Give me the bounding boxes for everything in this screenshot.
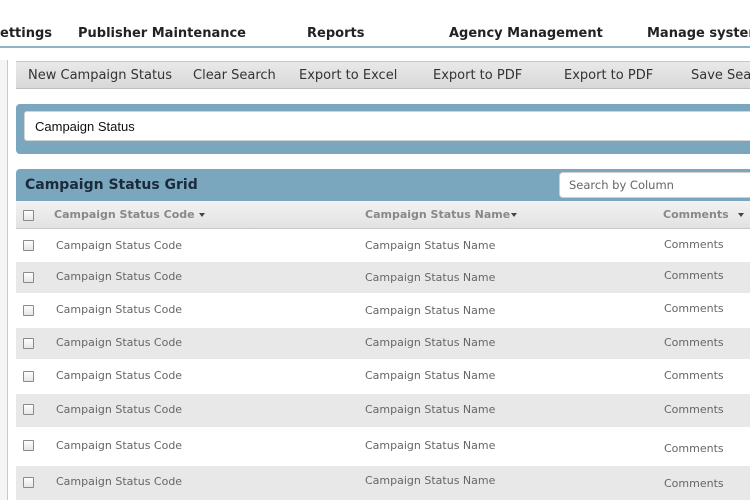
- cell-code: Campaign Status Code: [56, 439, 183, 452]
- column-header-code[interactable]: Campaign Status Code: [54, 208, 205, 221]
- cell-comments: Comments: [664, 336, 724, 349]
- cell-comments: Comments: [664, 477, 724, 490]
- column-header-row: Campaign Status Code Campaign Status Nam…: [16, 201, 750, 229]
- campaign-status-label: Campaign Status: [35, 119, 135, 134]
- nav-settings[interactable]: ettings: [0, 26, 52, 41]
- cell-code: Campaign Status Code: [56, 369, 183, 382]
- cell-name: Campaign Status Name: [365, 474, 496, 487]
- cell-name: Campaign Status Name: [365, 439, 496, 452]
- export-pdf-button[interactable]: Export to PDF: [433, 68, 522, 83]
- toolbar: New Campaign Status Clear Search Export …: [16, 61, 750, 89]
- row-checkbox[interactable]: [23, 338, 34, 349]
- table-row[interactable]: Campaign Status Code Campaign Status Nam…: [16, 262, 750, 293]
- table-row[interactable]: Campaign Status Code Campaign Status Nam…: [16, 394, 750, 427]
- export-pdf-button-2[interactable]: Export to PDF: [564, 68, 653, 83]
- nav-publisher-maintenance[interactable]: Publisher Maintenance: [78, 26, 246, 41]
- campaign-status-field[interactable]: Campaign Status: [24, 111, 750, 141]
- column-header-name-label: Campaign Status Name: [365, 208, 511, 221]
- row-checkbox[interactable]: [23, 272, 34, 283]
- column-header-comments-label: Comments: [663, 208, 729, 221]
- table-row[interactable]: Campaign Status Code Campaign Status Nam…: [16, 466, 750, 500]
- column-header-code-label: Campaign Status Code: [54, 208, 195, 221]
- cell-comments: Comments: [664, 442, 724, 455]
- cell-code: Campaign Status Code: [56, 403, 183, 416]
- row-checkbox[interactable]: [23, 305, 34, 316]
- cell-name: Campaign Status Name: [365, 336, 496, 349]
- table-row[interactable]: Campaign Status Code Campaign Status Nam…: [16, 328, 750, 359]
- sort-down-icon[interactable]: [737, 213, 744, 217]
- grid-title: Campaign Status Grid: [25, 177, 198, 193]
- cell-code: Campaign Status Code: [56, 270, 183, 283]
- row-checkbox[interactable]: [23, 371, 34, 382]
- cell-comments: Comments: [664, 269, 724, 282]
- new-campaign-status-button[interactable]: New Campaign Status: [28, 68, 172, 83]
- column-header-comments[interactable]: Comments: [663, 208, 744, 221]
- cell-name: Campaign Status Name: [365, 304, 496, 317]
- cell-comments: Comments: [664, 302, 724, 315]
- table-row[interactable]: Campaign Status Code Campaign Status Nam…: [16, 427, 750, 466]
- column-search-input[interactable]: [559, 172, 750, 198]
- clear-search-button[interactable]: Clear Search: [193, 68, 276, 83]
- table-row[interactable]: Campaign Status Code Campaign Status Nam…: [16, 359, 750, 394]
- sidebar-edge: [0, 60, 8, 500]
- nav-agency-management[interactable]: Agency Management: [449, 26, 603, 41]
- row-checkbox[interactable]: [23, 240, 34, 251]
- nav-reports[interactable]: Reports: [307, 26, 364, 41]
- cell-code: Campaign Status Code: [56, 475, 183, 488]
- row-checkbox[interactable]: [23, 404, 34, 415]
- row-checkbox[interactable]: [23, 440, 34, 451]
- cell-comments: Comments: [664, 403, 724, 416]
- cell-name: Campaign Status Name: [365, 239, 496, 252]
- sort-down-icon[interactable]: [198, 213, 205, 217]
- save-search-button[interactable]: Save Sear: [691, 68, 750, 83]
- cell-comments: Comments: [664, 238, 724, 251]
- cell-code: Campaign Status Code: [56, 239, 183, 252]
- nav-manage-system[interactable]: Manage system: [647, 26, 750, 41]
- cell-code: Campaign Status Code: [56, 303, 183, 316]
- sort-down-icon[interactable]: [511, 213, 518, 217]
- top-navigation: ettings Publisher Maintenance Reports Ag…: [0, 0, 750, 48]
- cell-name: Campaign Status Name: [365, 403, 496, 416]
- cell-code: Campaign Status Code: [56, 336, 183, 349]
- cell-name: Campaign Status Name: [365, 271, 496, 284]
- cell-comments: Comments: [664, 369, 724, 382]
- search-panel: Campaign Status: [16, 104, 750, 154]
- row-checkbox[interactable]: [23, 477, 34, 488]
- grid-header: Campaign Status Grid: [16, 169, 750, 201]
- select-all-checkbox[interactable]: [23, 210, 34, 221]
- export-excel-button[interactable]: Export to Excel: [299, 68, 397, 83]
- table-row[interactable]: Campaign Status Code Campaign Status Nam…: [16, 293, 750, 328]
- column-header-name[interactable]: Campaign Status Name: [365, 208, 518, 221]
- cell-name: Campaign Status Name: [365, 369, 496, 382]
- table-row[interactable]: Campaign Status Code Campaign Status Nam…: [16, 229, 750, 262]
